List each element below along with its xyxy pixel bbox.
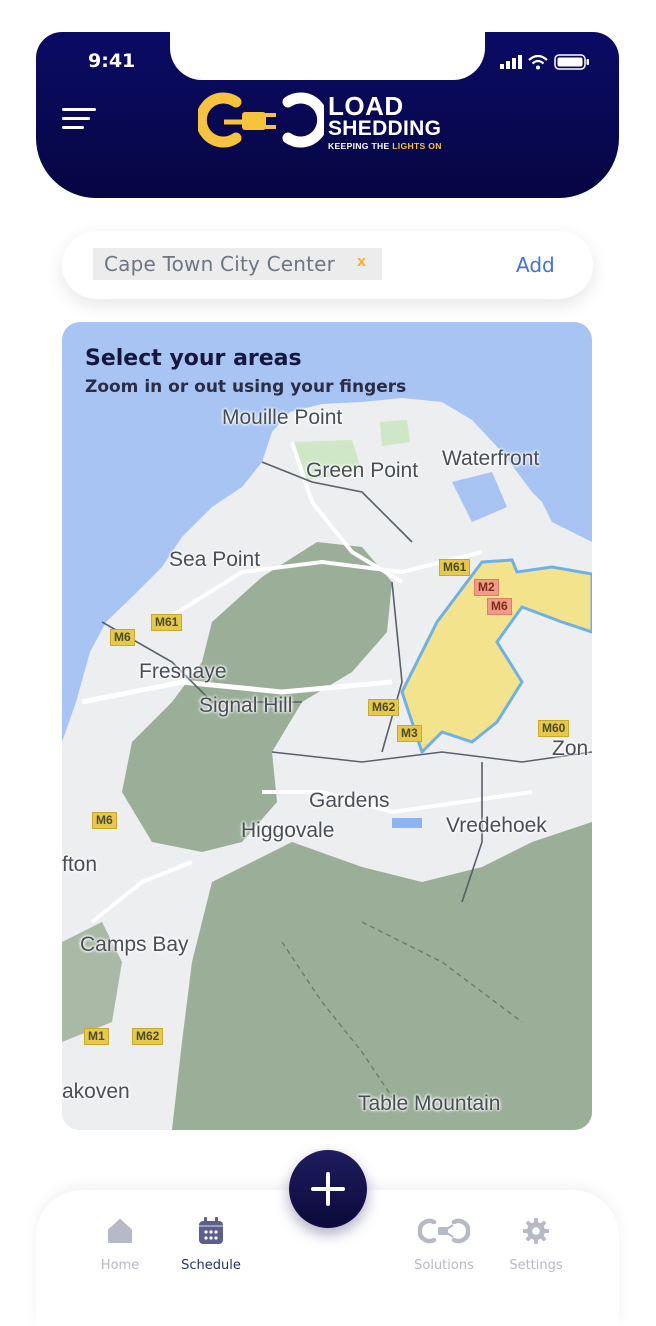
road-badge: M2 xyxy=(474,579,499,596)
plug-logo-icon xyxy=(198,92,324,148)
map-label-vredehoek: Vredehoek xyxy=(446,814,547,837)
road-badge: M61 xyxy=(151,614,183,631)
home-icon xyxy=(108,1219,132,1243)
map-label-fresnaye: Fresnaye xyxy=(139,660,227,683)
map-label-clifton: fton xyxy=(62,853,98,876)
add-button[interactable] xyxy=(289,1150,367,1228)
road-badge: M60 xyxy=(538,720,570,737)
area-search-bar: Cape Town City Center x Add xyxy=(62,231,593,299)
plug-cycle-icon xyxy=(418,1218,470,1244)
map-label-mouille-point: Mouille Point xyxy=(222,406,343,429)
road-badge: M61 xyxy=(439,559,471,576)
map-label-gardens: Gardens xyxy=(309,789,390,812)
area-chip-label: Cape Town City Center xyxy=(104,252,336,276)
map-label-green-point: Green Point xyxy=(306,459,419,482)
brand-tagline: KEEPING THE LIGHTS ON xyxy=(328,141,442,151)
area-map[interactable]: Select your areas Zoom in or out using y… xyxy=(62,322,592,1130)
tagline-text: KEEPING THE xyxy=(328,141,393,151)
nav-home-label: Home xyxy=(100,1258,140,1273)
nav-solutions-label: Solutions xyxy=(414,1258,474,1273)
road-badge: M62 xyxy=(368,699,400,716)
map-label-waterfront: Waterfront xyxy=(442,447,540,470)
road-badge: M6 xyxy=(92,812,117,829)
road-badge: M6 xyxy=(487,598,512,615)
map-label-signal-hill: Signal Hill xyxy=(199,694,293,717)
map-label-camps-bay: Camps Bay xyxy=(80,933,189,956)
map-label-zonnebloem: Zon xyxy=(552,737,589,760)
tagline-highlight: LIGHTS ON xyxy=(392,141,442,151)
map-subtitle: Zoom in or out using your fingers xyxy=(85,377,407,397)
road-badge: M1 xyxy=(84,1028,109,1045)
map-label-table-mountain: Table Mountain xyxy=(358,1092,501,1115)
map-label-oudekraal: akoven xyxy=(62,1080,130,1103)
battery-icon xyxy=(554,54,589,70)
brand-line-1: LOAD xyxy=(328,91,404,121)
map-label-higgovale: Higgovale xyxy=(241,819,335,842)
road-badge: M62 xyxy=(132,1028,164,1045)
nav-solutions[interactable]: Solutions xyxy=(399,1214,489,1273)
map-title: Select your areas xyxy=(85,346,302,371)
nav-home[interactable]: Home xyxy=(75,1214,165,1273)
map-canvas[interactable] xyxy=(62,322,592,1130)
park-small xyxy=(380,420,410,446)
status-icons xyxy=(500,54,590,70)
nav-schedule[interactable]: Schedule xyxy=(166,1214,256,1273)
gear-icon xyxy=(523,1218,549,1244)
brand-wordmark: LOAD SHEDDING KEEPING THE LIGHTS ON xyxy=(328,91,442,151)
map-label-sea-point: Sea Point xyxy=(169,548,261,571)
nav-settings[interactable]: Settings xyxy=(491,1214,581,1273)
brand-line-2: SHEDDING xyxy=(328,117,442,140)
add-area-button[interactable]: Add xyxy=(516,253,555,277)
reservoir xyxy=(392,818,422,828)
calendar-icon xyxy=(199,1217,223,1244)
road-badge: M3 xyxy=(397,725,422,742)
status-time: 9:41 xyxy=(88,50,136,72)
area-chip[interactable]: Cape Town City Center x xyxy=(93,248,382,280)
nav-schedule-label: Schedule xyxy=(181,1258,241,1273)
nav-settings-label: Settings xyxy=(509,1258,563,1273)
road-badge: M6 xyxy=(110,629,135,646)
signal-icon xyxy=(500,55,522,69)
chip-remove-icon[interactable]: x xyxy=(357,254,366,270)
menu-icon[interactable] xyxy=(62,108,98,132)
device-notch xyxy=(170,26,485,80)
wifi-icon xyxy=(528,54,548,69)
